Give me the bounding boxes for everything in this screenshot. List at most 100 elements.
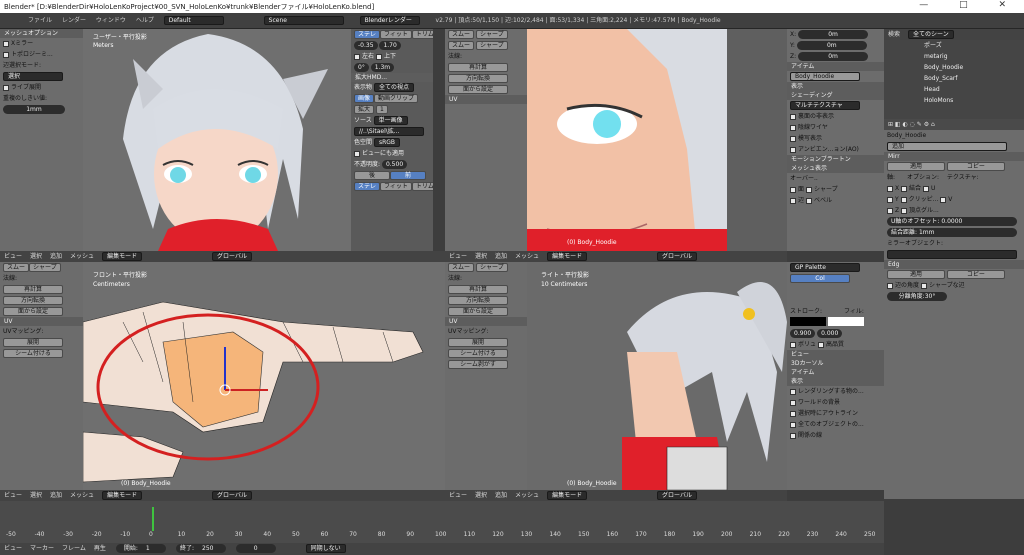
mesh-display-title[interactable]: メッシュ表示 [787,164,884,173]
outline-checkbox[interactable] [790,388,796,395]
zoom-one[interactable]: 1 [375,105,388,114]
sharp-checkbox[interactable] [805,186,812,193]
apply-button[interactable]: 適用 [887,162,945,171]
add-modifier[interactable]: 追加 [887,142,1007,151]
selonly-checkbox[interactable] [790,410,796,417]
tl-view[interactable]: ビュー [4,545,22,552]
outliner-item[interactable]: metarig [884,51,1024,62]
uv-title[interactable]: UV [445,95,527,104]
vh3-select[interactable]: 選択 [30,492,42,499]
u-checkbox[interactable] [922,185,929,192]
display-title-2[interactable]: 表示 [787,377,884,386]
stereo-button[interactable]: ステレ [354,30,381,39]
gp-stroke-swatch[interactable] [790,317,826,326]
view-title[interactable]: ビュー [787,350,884,359]
merge-checkbox[interactable] [901,185,908,192]
select-dropdown[interactable]: 選択 [3,72,63,81]
edgesplit-name[interactable]: Edg [888,261,899,268]
axis-y-checkbox[interactable] [887,196,893,203]
display-title[interactable]: 表示 [787,82,884,91]
smooth-button[interactable]: スムー [448,30,475,39]
gp-vol-checkbox[interactable] [790,341,796,348]
ud-checkbox[interactable] [375,53,382,60]
backface-checkbox[interactable] [790,113,796,120]
vh1-global[interactable]: グローバル [212,252,252,261]
gp-stroke-alpha[interactable]: 0.900 [790,329,816,338]
viewport-camera[interactable]: (0) Body_Hoodie [527,29,787,251]
mirror-name[interactable]: Mirr [888,153,900,160]
flip-button[interactable]: 方向転換 [448,74,508,83]
vh4-add[interactable]: 追加 [495,492,507,499]
outliner-item[interactable]: Head [884,84,1024,95]
unwrap-b2[interactable]: 展開 [3,338,63,347]
markseam-b2[interactable]: シーム付ける [3,349,63,358]
vh3-global[interactable]: グローバル [212,491,252,500]
apply-button-2[interactable]: 適用 [887,270,945,279]
topomirror-row[interactable]: トポロジーミ... [0,49,83,60]
outliner-item[interactable]: Body_Scarf [884,73,1024,84]
file-path[interactable]: //..\Sitael\拡... [354,127,424,136]
outliner-item[interactable]: Body_Hoodie [884,62,1024,73]
sharp-b2[interactable]: シャープ [29,263,61,272]
hidewire-checkbox[interactable] [790,124,796,131]
unwrap-b3[interactable]: 展開 [448,338,508,347]
gp-hq-checkbox[interactable] [817,341,824,348]
image-tab[interactable]: 画像 [354,94,375,103]
v-checkbox[interactable] [940,196,947,203]
splitangle-field[interactable]: 分離角度:30° [887,292,947,301]
rot-field[interactable]: 0° [354,63,369,72]
window-controls[interactable]: — □ ✕ [919,0,1020,10]
smooth-b3[interactable]: スムー [448,263,475,272]
flip-b3[interactable]: 方向転換 [448,296,508,305]
vh2-view[interactable]: ビュー [449,253,467,260]
menu-help[interactable]: ヘルプ [136,13,154,28]
prop-tabs[interactable]: ⊞ ◧ ◐ ◌ ✎ ⚙ ⌂ [888,121,935,128]
offset-x-field[interactable]: -0.35 [354,41,378,50]
object-name-field[interactable]: Body_Hoodie [790,72,860,81]
vh4-select[interactable]: 選択 [475,492,487,499]
bg-image-title[interactable]: 拡大HMD... [351,73,433,82]
item-title-2[interactable]: アイテム [787,368,884,377]
vh3-view[interactable]: ビュー [4,492,22,499]
timeline[interactable]: -50 -40 -30 -20 -10 0 10 20 30 40 50 60 70 80 90 100 110… [0,501,884,543]
axis-z-checkbox[interactable] [887,207,893,214]
livecut-row[interactable]: ライブ展開 [0,82,83,93]
shading-mode[interactable]: マルチテクスチャ [790,101,860,110]
tl-sync[interactable]: 同期しない [305,544,346,553]
vh1-view[interactable]: ビュー [4,253,22,260]
gp-fill-alpha[interactable]: 0.000 [817,329,843,338]
back-button[interactable]: 後 [354,171,390,180]
copy-button[interactable]: コピー [946,162,1005,171]
menu-render[interactable]: レンダー [62,13,86,28]
uv-title-2[interactable]: UV [0,317,83,326]
motion-title[interactable]: モーションブラートン [787,155,884,164]
cursor3d-title[interactable]: 3Dカーソル [787,359,884,368]
zoom-button[interactable]: 拡大 [354,105,375,114]
uv-title-3[interactable]: UV [445,317,527,326]
setfrom-b2[interactable]: 面から設定 [3,307,63,316]
viewport-right[interactable]: ライト・平行投影 10 Centimeters (0) Body_Hoodie [527,262,787,490]
vh1-select[interactable]: 選択 [30,253,42,260]
tl-end[interactable]: 終了: 250 [175,544,226,553]
vh4-mesh[interactable]: メッシュ [515,492,539,499]
tl-start[interactable]: 開始: 1 [115,544,166,553]
viewapply-checkbox[interactable] [354,150,360,157]
mirrorobj-field[interactable] [887,250,1017,259]
face-checkbox[interactable] [790,186,796,193]
sharpedge-checkbox[interactable] [920,282,927,289]
vh1-mesh[interactable]: メッシュ [70,253,94,260]
recalc-b2[interactable]: 再計算 [3,285,63,294]
vh1-add[interactable]: 追加 [50,253,62,260]
topomirror-checkbox[interactable] [3,51,9,58]
mergedist-field[interactable]: 結合距離: 1mm [887,228,1017,237]
clearseam-b3[interactable]: シーム剥がす [448,360,508,369]
gp-color[interactable]: Col [790,274,850,283]
axis-x-checkbox[interactable] [887,185,893,192]
trim-button[interactable]: トリム [411,30,433,39]
uoffset-field[interactable]: U軸のオフセット: 0.0000 [887,217,1017,226]
gp-fill-swatch[interactable] [827,317,864,326]
smooth-button-2[interactable]: スムー [448,41,475,50]
layout-select[interactable]: Default [163,16,224,25]
smooth-b2[interactable]: スムー [3,263,30,272]
vh3-mode[interactable]: 編集モード [102,491,143,500]
